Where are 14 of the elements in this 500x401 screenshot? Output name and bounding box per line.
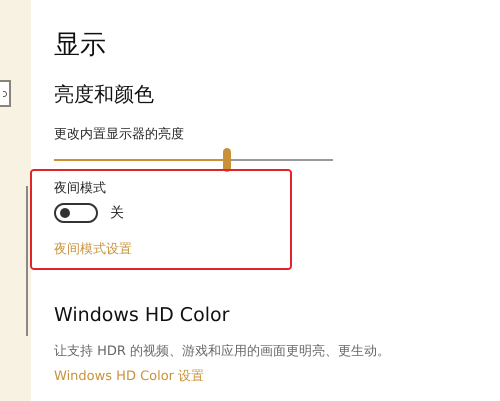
search-field[interactable] [0,80,11,107]
page-title: 显示 [54,29,107,62]
section-heading: 亮度和颜色 [54,81,155,108]
slider-label: 更改内置显示器的亮度 [54,126,185,144]
description-text: 让支持 HDR 的视频、游戏和应用的画面更明亮、更生动。 [54,343,392,361]
section-heading: Windows HD Color [54,303,230,328]
hd-color-settings-link[interactable]: Windows HD Color 设置 [54,368,500,386]
search-icon [3,90,9,98]
toggle-label: 夜间模式 [54,180,107,197]
scrollbar[interactable] [26,186,28,336]
night-light-settings-link[interactable]: 夜间模式设置 [54,241,500,259]
toggle-state: 关 [110,204,124,222]
toggle-switch[interactable] [54,203,98,223]
slider-thumb[interactable] [222,148,231,172]
